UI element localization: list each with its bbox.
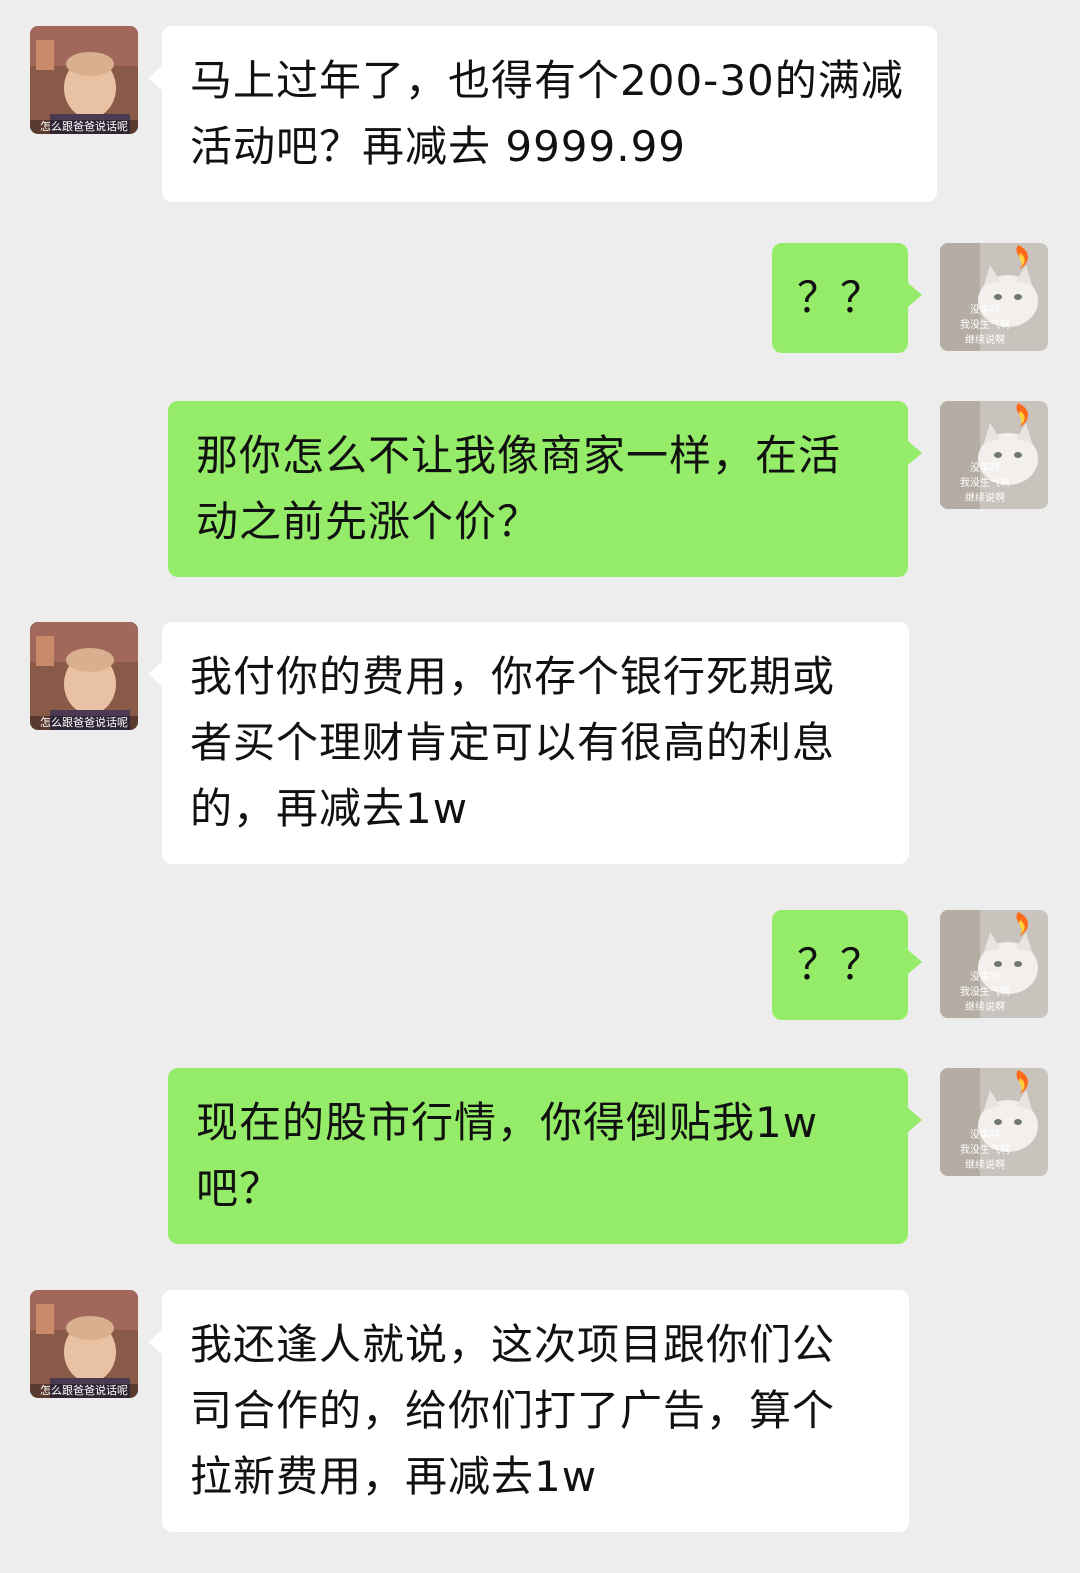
contact-avatar[interactable]: 怎么跟爸爸说话呢 xyxy=(30,26,138,134)
avatar-caption: 怎么跟爸爸说话呢 xyxy=(40,1383,128,1397)
message-bubble-outgoing[interactable]: 现在的股市行情，你得倒贴我1w 吧？ xyxy=(168,1068,908,1244)
avatar-caption: 继续说啊 xyxy=(965,1000,1005,1013)
chat-message-list[interactable]: 怎么跟爸爸说话呢 马上过年了，也得有个200-30的满减 活动吧？再减去 999… xyxy=(0,0,1080,1573)
bubble-tail xyxy=(148,1330,162,1354)
my-avatar[interactable]: 没事啊 我没生气啊 继续说啊 xyxy=(940,1068,1048,1176)
contact-avatar[interactable]: 怎么跟爸爸说话呢 xyxy=(30,1290,138,1398)
avatar-caption: 没事啊 xyxy=(970,461,1000,474)
bubble-tail xyxy=(908,950,922,974)
my-avatar[interactable]: 没事啊 我没生气啊 继续说啊 xyxy=(940,243,1048,351)
avatar-caption: 继续说啊 xyxy=(965,1158,1005,1171)
message-bubble-outgoing[interactable]: ？？ xyxy=(772,243,908,353)
cat-fire-avatar-icon: 没事啊 我没生气啊 继续说啊 xyxy=(940,1068,1048,1176)
avatar-caption: 没事啊 xyxy=(970,303,1000,316)
avatar-caption: 继续说啊 xyxy=(965,491,1005,504)
message-bubble-outgoing[interactable]: 那你怎么不让我像商家一样，在活 动之前先涨个价？ xyxy=(168,401,908,577)
man-portrait-avatar-icon: 怎么跟爸爸说话呢 xyxy=(30,1290,138,1398)
avatar-caption: 没事啊 xyxy=(970,970,1000,983)
avatar-caption: 怎么跟爸爸说话呢 xyxy=(40,715,128,729)
bubble-tail xyxy=(148,662,162,686)
cat-fire-avatar-icon: 没事啊 我没生气啊 继续说啊 xyxy=(940,910,1048,1018)
avatar-caption: 没事啊 xyxy=(970,1128,1000,1141)
man-portrait-avatar-icon: 怎么跟爸爸说话呢 xyxy=(30,26,138,134)
avatar-caption: 我没生气啊 xyxy=(960,985,1010,998)
my-avatar[interactable]: 没事啊 我没生气啊 继续说啊 xyxy=(940,401,1048,509)
message-bubble-outgoing[interactable]: ？？ xyxy=(772,910,908,1020)
bubble-tail xyxy=(908,283,922,307)
man-portrait-avatar-icon: 怎么跟爸爸说话呢 xyxy=(30,622,138,730)
avatar-caption: 继续说啊 xyxy=(965,333,1005,346)
avatar-caption: 我没生气啊 xyxy=(960,318,1010,331)
message-bubble-incoming[interactable]: 我还逢人就说，这次项目跟你们公 司合作的，给你们打了广告，算个 拉新费用，再减去… xyxy=(162,1290,909,1532)
cat-fire-avatar-icon: 没事啊 我没生气啊 继续说啊 xyxy=(940,243,1048,351)
message-bubble-incoming[interactable]: 马上过年了，也得有个200-30的满减 活动吧？再减去 9999.99 xyxy=(162,26,937,202)
cat-fire-avatar-icon: 没事啊 我没生气啊 继续说啊 xyxy=(940,401,1048,509)
avatar-caption: 我没生气啊 xyxy=(960,476,1010,489)
bubble-tail xyxy=(908,441,922,465)
avatar-caption: 怎么跟爸爸说话呢 xyxy=(40,119,128,133)
my-avatar[interactable]: 没事啊 我没生气啊 继续说啊 xyxy=(940,910,1048,1018)
message-bubble-incoming[interactable]: 我付你的费用，你存个银行死期或 者买个理财肯定可以有很高的利息 的，再减去1w xyxy=(162,622,909,864)
bubble-tail xyxy=(148,66,162,90)
contact-avatar[interactable]: 怎么跟爸爸说话呢 xyxy=(30,622,138,730)
avatar-caption: 我没生气啊 xyxy=(960,1143,1010,1156)
bubble-tail xyxy=(908,1108,922,1132)
